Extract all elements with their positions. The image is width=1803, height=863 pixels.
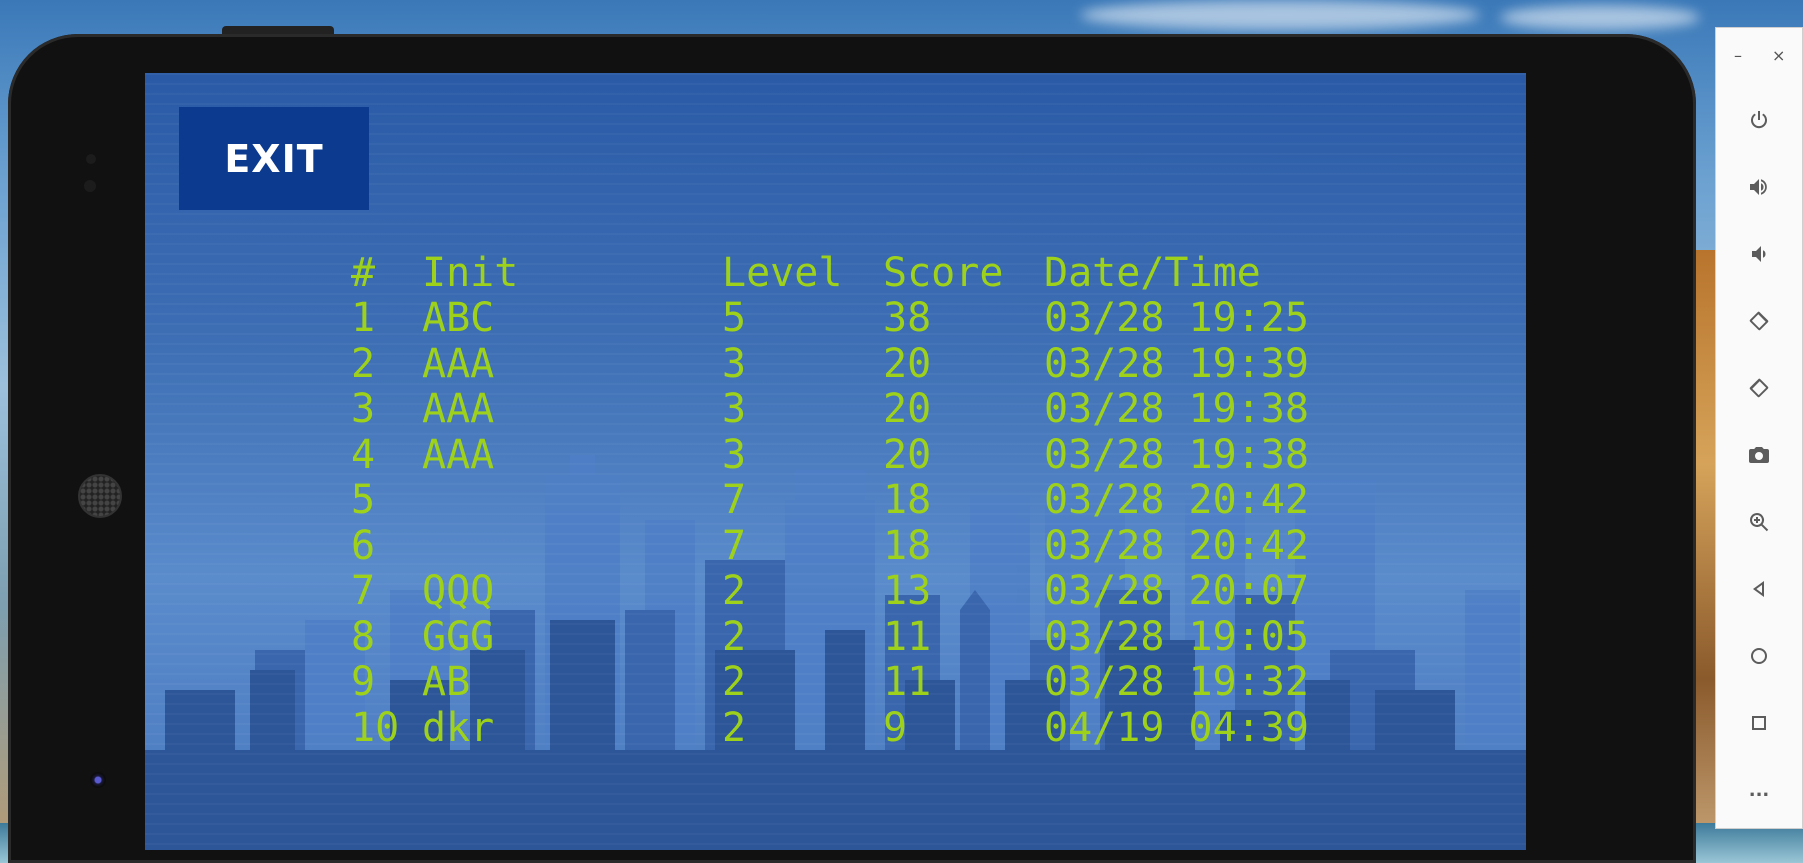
camera-icon[interactable] <box>1739 435 1779 475</box>
row-datetime: 03/28 20:42 <box>1044 477 1309 523</box>
row-datetime: 03/28 19:38 <box>1044 432 1309 478</box>
volume-up-icon[interactable] <box>1739 167 1779 207</box>
row-score: 20 <box>883 386 932 432</box>
row-datetime: 03/28 19:38 <box>1044 386 1309 432</box>
rotate-right-icon[interactable] <box>1739 368 1779 408</box>
phone-sensor <box>84 180 96 192</box>
phone-speaker <box>78 474 122 518</box>
row-initials: QQQ <box>422 568 495 614</box>
row-initials: AAA <box>422 386 495 432</box>
back-icon[interactable] <box>1739 569 1779 609</box>
power-icon[interactable] <box>1739 100 1779 140</box>
home-icon[interactable] <box>1739 636 1779 676</box>
row-rank: 2 <box>351 341 376 387</box>
leaderboard: # Init Level Score Date/Time 1 ABC 5 38 … <box>145 73 1526 850</box>
header-level: Level <box>722 250 843 296</box>
row-level: 7 <box>722 523 747 569</box>
row-score: 20 <box>883 432 932 478</box>
row-score: 38 <box>883 295 932 341</box>
row-datetime: 03/28 19:05 <box>1044 614 1309 660</box>
row-initials: ABC <box>422 295 495 341</box>
row-initials: AB <box>422 659 471 705</box>
row-datetime: 03/28 19:32 <box>1044 659 1309 705</box>
wallpaper-cloud <box>1080 0 1480 30</box>
row-level: 3 <box>722 432 747 478</box>
more-icon[interactable]: ... <box>1739 770 1779 810</box>
row-level: 5 <box>722 295 747 341</box>
row-rank: 3 <box>351 386 376 432</box>
close-button[interactable]: × <box>1772 46 1785 65</box>
row-datetime: 03/28 19:39 <box>1044 341 1309 387</box>
row-score: 9 <box>883 705 908 751</box>
rotate-left-icon[interactable] <box>1739 301 1779 341</box>
row-score: 13 <box>883 568 932 614</box>
minimize-button[interactable]: – <box>1734 46 1742 65</box>
row-level: 2 <box>722 705 747 751</box>
row-rank: 6 <box>351 523 376 569</box>
row-initials: GGG <box>422 614 495 660</box>
header-rank: # <box>351 250 376 296</box>
row-rank: 8 <box>351 614 376 660</box>
row-level: 2 <box>722 614 747 660</box>
header-datetime: Date/Time <box>1044 250 1261 296</box>
row-score: 20 <box>883 341 932 387</box>
row-level: 2 <box>722 659 747 705</box>
header-initials: Init <box>422 250 519 296</box>
row-datetime: 03/28 20:07 <box>1044 568 1309 614</box>
phone-camera <box>90 772 106 788</box>
row-score: 11 <box>883 614 932 660</box>
row-initials: AAA <box>422 341 495 387</box>
row-level: 3 <box>722 386 747 432</box>
row-datetime: 03/28 19:25 <box>1044 295 1309 341</box>
row-level: 7 <box>722 477 747 523</box>
row-level: 3 <box>722 341 747 387</box>
row-rank: 4 <box>351 432 376 478</box>
header-score: Score <box>883 250 1004 296</box>
row-initials: dkr <box>422 705 495 751</box>
overview-icon[interactable] <box>1739 703 1779 743</box>
row-initials: AAA <box>422 432 495 478</box>
row-score: 18 <box>883 477 932 523</box>
row-datetime: 03/28 20:42 <box>1044 523 1309 569</box>
emulator-toolbar: – × ... <box>1715 27 1803 829</box>
row-datetime: 04/19 04:39 <box>1044 705 1309 751</box>
row-rank: 9 <box>351 659 376 705</box>
row-score: 18 <box>883 523 932 569</box>
row-rank: 10 <box>351 705 400 751</box>
row-rank: 5 <box>351 477 376 523</box>
volume-down-icon[interactable] <box>1739 234 1779 274</box>
row-level: 2 <box>722 568 747 614</box>
phone-sensor <box>86 154 96 164</box>
row-rank: 7 <box>351 568 376 614</box>
zoom-icon[interactable] <box>1739 502 1779 542</box>
game-screen[interactable]: EXIT # Init Level Score Date/Time 1 ABC … <box>145 73 1526 850</box>
row-rank: 1 <box>351 295 376 341</box>
wallpaper-cloud <box>1500 5 1700 30</box>
row-score: 11 <box>883 659 932 705</box>
